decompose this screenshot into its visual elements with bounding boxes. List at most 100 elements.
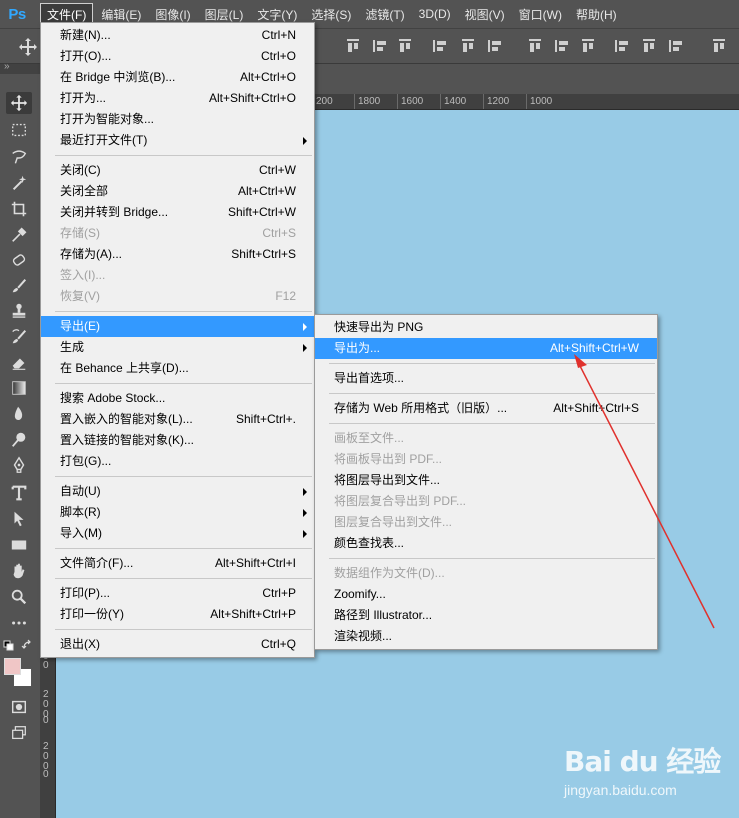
export-menu-item[interactable]: 导出为... Alt+Shift+Ctrl+W	[315, 338, 657, 359]
dodge-icon	[12, 432, 26, 447]
pen-tool-button[interactable]	[6, 454, 32, 476]
align-distribute-icon[interactable]	[487, 38, 503, 54]
zoom-tool-button[interactable]	[6, 586, 32, 608]
ruler-label: 200	[43, 741, 49, 772]
blur-tool-button[interactable]	[6, 403, 32, 425]
file-menu-item[interactable]: 关闭(C) Ctrl+W	[41, 160, 314, 181]
align-distribute-icon[interactable]	[668, 38, 684, 54]
export-menu-item: 将画板导出到 PDF...	[315, 449, 657, 470]
align-distribute-icon[interactable]	[460, 38, 476, 54]
menu-separator	[55, 548, 312, 549]
lasso-tool-button[interactable]	[6, 146, 32, 168]
foreground-color-swatch[interactable]	[4, 658, 21, 675]
export-menu-item[interactable]: 存储为 Web 所用格式（旧版）... Alt+Shift+Ctrl+S	[315, 398, 657, 419]
export-menu-item[interactable]: 路径到 Illustrator...	[315, 605, 657, 626]
default-colors-swap-controls[interactable]	[2, 638, 36, 652]
file-menu-item[interactable]: 打印一份(Y) Alt+Shift+Ctrl+P	[41, 604, 314, 625]
eyedropper-tool-button[interactable]	[6, 224, 32, 246]
align-distribute-icon[interactable]	[432, 38, 448, 54]
align-distribute-icon[interactable]	[345, 38, 361, 54]
file-menu-item-shortcut: Ctrl+O	[260, 49, 296, 63]
export-menu-item-label: 数据组作为文件(D)...	[334, 566, 445, 580]
file-menu-item-label: 关闭全部	[60, 184, 109, 198]
clone-stamp-tool-button[interactable]	[6, 300, 32, 322]
healing-brush-tool-button[interactable]	[6, 249, 32, 271]
file-menu-item[interactable]: 存储为(A)... Shift+Ctrl+S	[41, 244, 314, 265]
file-menu-item-label: 打开(O)...	[60, 49, 112, 63]
menu-10[interactable]: 帮助(H)	[570, 3, 623, 25]
file-menu-item-label: 自动(U)	[60, 484, 101, 498]
file-menu-item[interactable]: 自动(U)	[41, 481, 314, 502]
file-menu-item[interactable]: 置入嵌入的智能对象(L)... Shift+Ctrl+.	[41, 409, 314, 430]
history-brush-tool-button[interactable]	[6, 326, 32, 348]
file-menu-item[interactable]: 脚本(R)	[41, 502, 314, 523]
file-menu-item[interactable]: 导入(M)	[41, 523, 314, 544]
export-menu-item[interactable]: 将图层导出到文件...	[315, 470, 657, 491]
file-menu-item-shortcut: Ctrl+W	[259, 163, 296, 177]
menu-9[interactable]: 窗口(W)	[513, 3, 568, 25]
file-menu-item[interactable]: 文件简介(F)... Alt+Shift+Ctrl+I	[41, 553, 314, 574]
file-menu-item[interactable]: 导出(E)	[41, 316, 314, 337]
more-tools-button[interactable]	[6, 612, 32, 634]
file-menu-item[interactable]: 关闭全部 Alt+Ctrl+W	[41, 181, 314, 202]
export-menu-item[interactable]: 渲染视频...	[315, 626, 657, 647]
file-menu-item[interactable]: 关闭并转到 Bridge... Shift+Ctrl+W	[41, 202, 314, 223]
align-distribute-icon[interactable]	[580, 38, 596, 54]
menu-7[interactable]: 3D(D)	[413, 3, 457, 25]
align-distribute-icon[interactable]	[641, 38, 657, 54]
brush-icon	[12, 279, 27, 293]
align-distribute-icon[interactable]	[614, 38, 630, 54]
dodge-tool-button[interactable]	[6, 429, 32, 451]
file-menu-item[interactable]: 打开为... Alt+Shift+Ctrl+O	[41, 88, 314, 109]
file-menu-item-label: 新建(N)...	[60, 28, 111, 42]
file-menu-item: 恢复(V) F12	[41, 286, 314, 307]
magic-wand-tool-button[interactable]	[6, 172, 32, 194]
file-menu-item[interactable]: 打印(P)... Ctrl+P	[41, 583, 314, 604]
export-menu-item[interactable]: Zoomify...	[315, 584, 657, 605]
file-menu-item-label: 导出(E)	[60, 319, 100, 333]
file-menu-item-shortcut: Ctrl+S	[262, 226, 296, 240]
align-distribute-icon[interactable]	[527, 38, 543, 54]
brush-tool-button[interactable]	[6, 275, 32, 297]
file-menu-item[interactable]: 打开为智能对象...	[41, 109, 314, 130]
screen-mode-button[interactable]	[6, 722, 32, 744]
file-menu-item[interactable]: 打开(O)... Ctrl+O	[41, 46, 314, 67]
ruler-tick	[526, 94, 527, 109]
align-distribute-icon[interactable]	[372, 38, 388, 54]
rectangle-tool-button[interactable]	[6, 534, 32, 556]
lasso-icon	[12, 150, 27, 164]
file-menu-item[interactable]: 新建(N)... Ctrl+N	[41, 25, 314, 46]
export-menu-item-label: 渲染视频...	[334, 629, 393, 643]
align-distribute-icon[interactable]	[554, 38, 570, 54]
export-menu-item[interactable]: 快速导出为 PNG	[315, 317, 657, 338]
file-menu-item[interactable]: 生成	[41, 337, 314, 358]
tools-panel-collapse-strip[interactable]: »	[0, 61, 40, 74]
menu-separator	[329, 558, 655, 559]
menu-8[interactable]: 视图(V)	[459, 3, 511, 25]
quick-mask-button[interactable]	[6, 696, 32, 718]
export-menu-item[interactable]: 导出首选项...	[315, 368, 657, 389]
crop-tool-button[interactable]	[6, 198, 32, 220]
file-menu-item[interactable]: 最近打开文件(T)	[41, 130, 314, 151]
type-tool-button[interactable]	[6, 482, 32, 504]
eraser-tool-button[interactable]	[6, 352, 32, 374]
file-menu-item[interactable]: 搜索 Adobe Stock...	[41, 388, 314, 409]
menu-6[interactable]: 滤镜(T)	[359, 3, 410, 25]
file-menu-item[interactable]: 退出(X) Ctrl+Q	[41, 634, 314, 655]
ruler-label: 1600	[401, 96, 424, 107]
hand-tool-button[interactable]	[6, 560, 32, 582]
file-menu-item[interactable]: 在 Bridge 中浏览(B)... Alt+Ctrl+O	[41, 67, 314, 88]
move-tool-icon[interactable]	[18, 37, 38, 57]
export-menu-item[interactable]: 颜色查找表...	[315, 533, 657, 554]
align-distribute-icon[interactable]	[397, 38, 413, 54]
file-menu-item[interactable]: 置入链接的智能对象(K)...	[41, 430, 314, 451]
file-menu-item[interactable]: 打包(G)...	[41, 451, 314, 472]
move-tool-button[interactable]	[6, 92, 32, 114]
eraser-icon	[12, 358, 26, 370]
align-distribute-icon[interactable]	[711, 38, 727, 54]
path-selection-tool-button[interactable]	[6, 508, 32, 530]
gradient-tool-button[interactable]	[6, 377, 32, 399]
marquee-tool-button[interactable]	[6, 119, 32, 141]
file-menu-item[interactable]: 在 Behance 上共享(D)...	[41, 358, 314, 379]
file-menu-item-label: 关闭(C)	[60, 163, 101, 177]
